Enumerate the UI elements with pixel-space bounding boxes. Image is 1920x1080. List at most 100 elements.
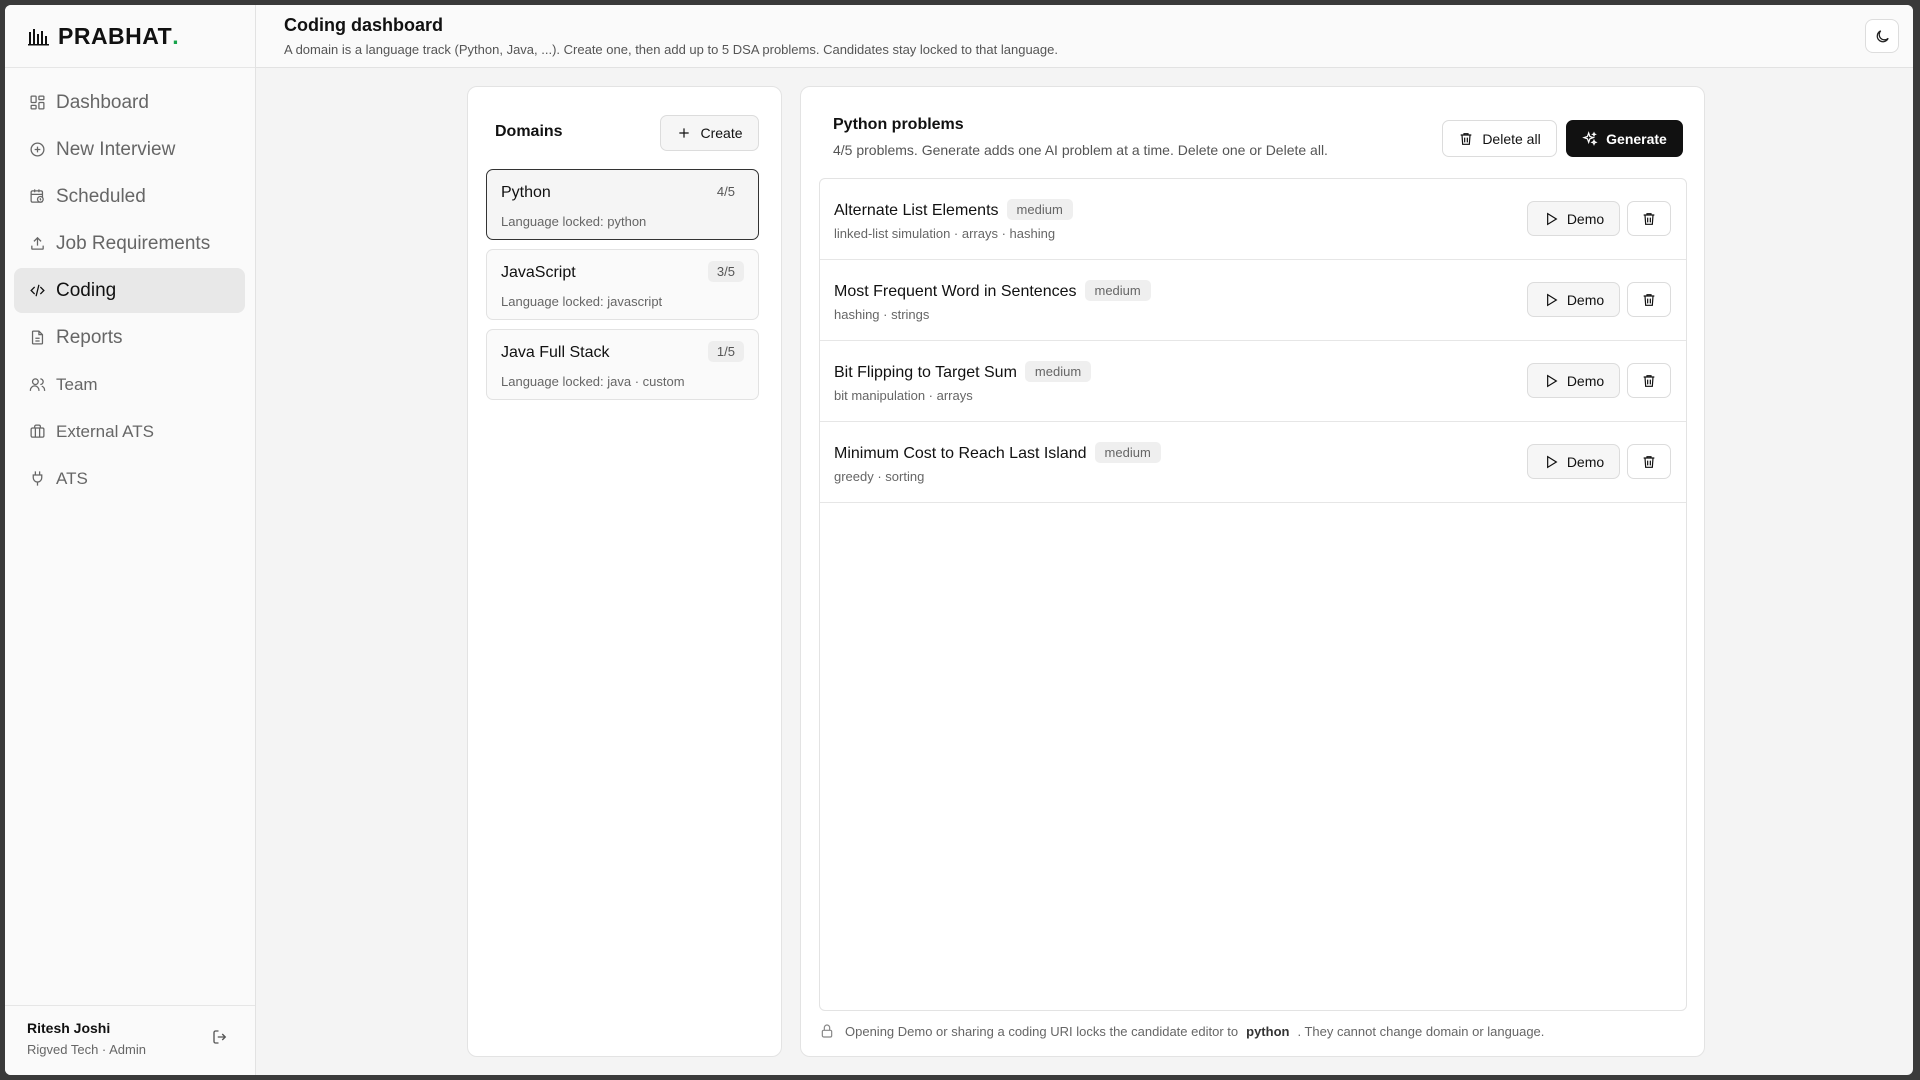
sidebar-item-label: External ATS (56, 421, 154, 441)
calendar-clock-icon (28, 188, 46, 206)
problem-title-line: Most Frequent Word in Sentences medium (834, 280, 1151, 301)
problems-list: Alternate List Elements medium linked-lis… (819, 178, 1687, 1011)
locked-language: python (1246, 1023, 1290, 1039)
sidebar-item-scheduled[interactable]: Scheduled (14, 174, 245, 219)
domain-card-python[interactable]: Python 4/5 Language locked: python (486, 169, 759, 240)
domains-panel: Domains Create Python 4/5 Language locke… (467, 86, 782, 1057)
play-icon (1546, 455, 1558, 468)
sidebar-item-ats[interactable]: ATS (14, 456, 245, 501)
demo-button[interactable]: Demo (1527, 201, 1620, 236)
problem-title-line: Bit Flipping to Target Sum medium (834, 361, 1092, 382)
problem-name: Alternate List Elements (834, 202, 999, 219)
theme-toggle-button[interactable] (1865, 19, 1899, 53)
domain-card-javascript[interactable]: JavaScript 3/5 Language locked: javascri… (486, 249, 759, 320)
sidebar-item-label: Reports (56, 326, 123, 348)
delete-problem-button[interactable] (1627, 282, 1671, 317)
sidebar-item-coding[interactable]: Coding (14, 268, 245, 313)
domain-count: 4/5 (716, 184, 735, 199)
trash-icon (1643, 374, 1655, 387)
domain-name: Python (501, 184, 551, 201)
demo-button[interactable]: Demo (1527, 444, 1620, 479)
create-domain-button[interactable]: Create (660, 115, 759, 151)
briefcase-icon (28, 423, 46, 441)
plus-circle-icon (28, 141, 46, 159)
play-icon (1546, 374, 1558, 387)
sidebar-item-external-ats[interactable]: External ATS (14, 409, 245, 454)
domains-title: Domains (495, 123, 563, 140)
problem-title-line: Minimum Cost to Reach Last Island medium (834, 442, 1161, 463)
trash-icon (1460, 132, 1472, 145)
domain-card-java-full-stack[interactable]: Java Full Stack 1/5 Language locked: jav… (486, 329, 759, 400)
sidebar-item-label: Team (56, 374, 98, 394)
bar-chart-logo-icon (28, 29, 49, 46)
sidebar-item-label: New Interview (56, 138, 176, 160)
delete-all-button[interactable]: Delete all (1442, 120, 1557, 157)
problems-title: Python problems (833, 116, 964, 133)
demo-label: Demo (1566, 291, 1605, 308)
user-panel: Ritesh Joshi Rigved Tech · Admin (5, 1005, 255, 1075)
trash-icon (1643, 293, 1655, 306)
brand-dot: . (172, 22, 179, 49)
domain-meta: Language locked: javascript (501, 294, 663, 309)
sidebar-item-reports[interactable]: Reports (14, 315, 245, 360)
problem-tags: greedy · sorting (834, 469, 925, 484)
file-text-icon (28, 329, 46, 347)
page-subtitle: A domain is a language track (Python, Ja… (284, 42, 1058, 57)
demo-button[interactable]: Demo (1527, 282, 1620, 317)
sidebar-item-label: Dashboard (56, 91, 149, 113)
brand[interactable]: PRABHAT. (5, 5, 255, 68)
generate-button[interactable]: Generate (1566, 120, 1683, 157)
logout-icon[interactable] (211, 1028, 229, 1046)
problem-tags: linked-list simulation · arrays · hashin… (834, 226, 1056, 241)
domain-meta: Language locked: java · custom (501, 374, 685, 389)
sidebar-item-label: Job Requirements (56, 232, 211, 254)
problem-row: Minimum Cost to Reach Last Island medium … (820, 422, 1686, 503)
page-header: Coding dashboard A domain is a language … (256, 5, 1913, 68)
lock-icon (819, 1023, 835, 1039)
sidebar-item-dashboard[interactable]: Dashboard (14, 80, 245, 125)
trash-icon (1643, 455, 1655, 468)
plug-icon (28, 470, 46, 488)
create-button-label: Create (700, 125, 743, 141)
delete-all-label: Delete all (1482, 130, 1541, 147)
problem-tags: bit manipulation · arrays (834, 388, 973, 403)
trash-icon (1643, 212, 1655, 225)
moon-icon (1876, 29, 1889, 42)
user-org: Rigved Tech · Admin (27, 1042, 146, 1057)
page-title: Coding dashboard (284, 15, 443, 35)
user-name: Ritesh Joshi (27, 1020, 111, 1036)
problem-name: Most Frequent Word in Sentences (834, 283, 1077, 300)
sidebar-item-label: ATS (56, 468, 88, 488)
problem-tags: hashing · strings (834, 307, 930, 322)
app-window: PRABHAT. Dashboard New Interview Schedul… (5, 5, 1913, 1075)
lock-note-text: Opening Demo or sharing a coding URI loc… (845, 1023, 1239, 1039)
difficulty-badge: medium (1024, 361, 1092, 382)
sidebar-item-new-interview[interactable]: New Interview (14, 127, 245, 172)
demo-label: Demo (1566, 453, 1605, 470)
problem-row: Most Frequent Word in Sentences medium ha… (820, 260, 1686, 341)
sparkles-icon (1582, 130, 1598, 146)
sidebar-item-team[interactable]: Team (14, 362, 245, 407)
domain-count: 3/5 (707, 261, 744, 282)
play-icon (1546, 212, 1558, 225)
problem-title-line: Alternate List Elements medium (834, 199, 1073, 220)
problem-name: Minimum Cost to Reach Last Island (834, 445, 1087, 462)
problem-row: Alternate List Elements medium linked-lis… (820, 179, 1686, 260)
language-lock-note: Opening Demo or sharing a coding URI loc… (819, 1023, 1544, 1039)
delete-problem-button[interactable] (1627, 201, 1671, 236)
delete-problem-button[interactable] (1627, 363, 1671, 398)
sidebar-nav: Dashboard New Interview Scheduled Job Re… (5, 68, 255, 501)
domain-count: 1/5 (707, 341, 744, 362)
domain-meta: Language locked: python (501, 214, 647, 229)
sidebar-item-job-requirements[interactable]: Job Requirements (14, 221, 245, 266)
demo-label: Demo (1566, 372, 1605, 389)
generate-label: Generate (1606, 130, 1667, 147)
grid-icon (28, 94, 46, 112)
brand-name: PRABHAT (58, 22, 173, 49)
upload-icon (28, 235, 46, 253)
difficulty-badge: medium (1006, 199, 1073, 220)
sidebar-item-label: Scheduled (56, 185, 146, 207)
demo-button[interactable]: Demo (1527, 363, 1620, 398)
demo-label: Demo (1566, 210, 1605, 227)
delete-problem-button[interactable] (1627, 444, 1671, 479)
